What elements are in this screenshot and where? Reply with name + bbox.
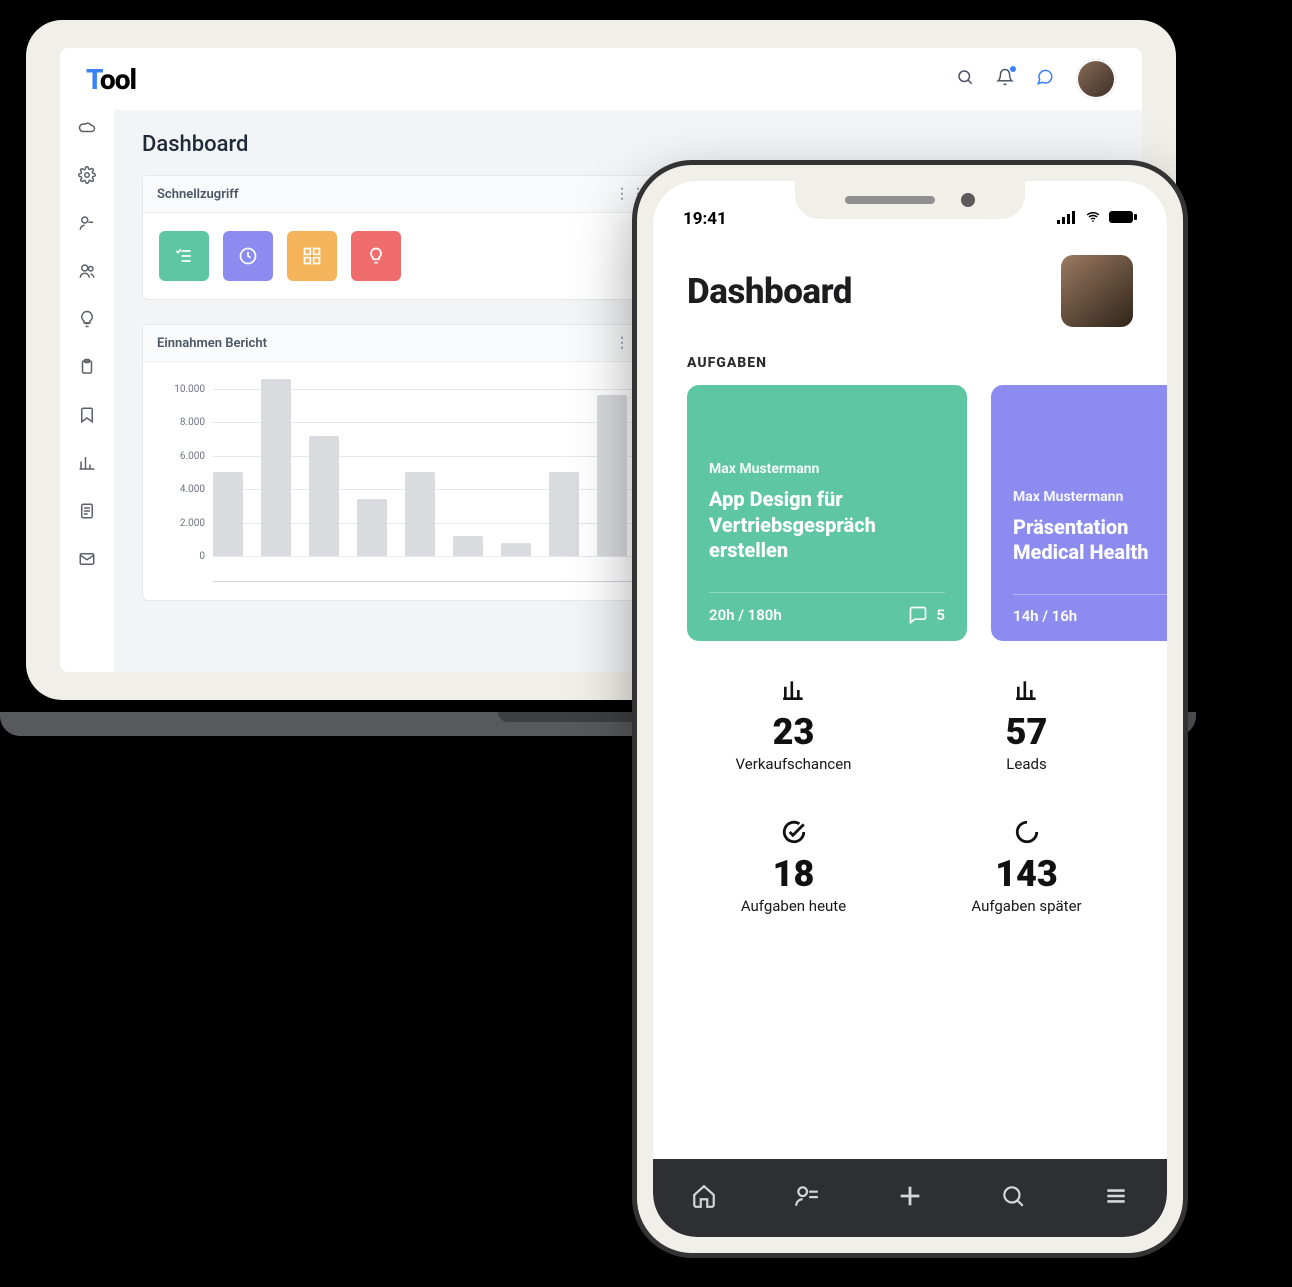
quick-tile-idea[interactable] <box>351 231 401 281</box>
y-tick: 0 <box>213 556 635 557</box>
lightbulb-icon[interactable] <box>78 310 96 332</box>
quick-access-title: Schnellzugriff <box>157 187 239 202</box>
bell-icon[interactable] <box>996 68 1014 90</box>
task-card[interactable]: Max Mustermann App Design für Vertriebsge… <box>687 385 967 641</box>
avatar[interactable] <box>1061 255 1133 327</box>
task-title: App Design für Vertriebsgespräch erstell… <box>709 487 945 564</box>
quick-access-card: Schnellzugriff ⋮⋮ <box>142 175 662 300</box>
tab-menu-icon[interactable] <box>1103 1183 1129 1213</box>
chart-bar <box>501 543 531 556</box>
avatar[interactable] <box>1076 59 1116 99</box>
stat-label: Leads <box>920 755 1133 773</box>
quick-tile-list[interactable] <box>159 231 209 281</box>
tab-home-icon[interactable] <box>691 1183 717 1213</box>
tab-person-icon[interactable] <box>794 1183 820 1213</box>
task-owner: Max Mustermann <box>1013 489 1167 505</box>
phone-page-title: Dashboard <box>687 271 852 312</box>
bookmark-icon[interactable] <box>78 406 96 428</box>
page-title: Dashboard <box>142 132 1114 157</box>
task-title: Präsentation Medical Health <box>1013 515 1167 566</box>
stat-tile[interactable]: 23 Verkaufschancen <box>687 675 900 773</box>
phone-frame: 19:41 Dashboard AUFGABEN Max Mustermann A… <box>632 160 1188 1258</box>
quick-tile-clock[interactable] <box>223 231 273 281</box>
search-icon[interactable] <box>956 68 974 90</box>
tab-search-icon[interactable] <box>1000 1183 1026 1213</box>
bar-chart-icon[interactable] <box>78 454 96 476</box>
stat-label: Aufgaben später <box>920 897 1133 915</box>
tab-bar <box>653 1159 1167 1237</box>
clipboard-icon[interactable] <box>78 358 96 380</box>
user-minus-icon[interactable] <box>78 214 96 236</box>
signal-icon <box>1057 209 1077 229</box>
stat-value: 18 <box>687 853 900 895</box>
tab-plus-icon[interactable] <box>896 1182 924 1214</box>
quick-tile-qr[interactable] <box>287 231 337 281</box>
stat-value: 143 <box>920 853 1133 895</box>
chart-bar <box>261 379 291 556</box>
document-icon[interactable] <box>78 502 96 524</box>
task-progress: 20h / 180h <box>709 606 782 624</box>
stat-label: Verkaufschancen <box>687 755 900 773</box>
sidebar-rail <box>60 110 114 672</box>
chart-bar <box>453 536 483 556</box>
tasks-section-label: AUFGABEN <box>687 355 1133 371</box>
status-time: 19:41 <box>683 209 727 229</box>
chart-bar <box>213 472 243 556</box>
chart-bar <box>597 395 627 556</box>
wifi-icon <box>1083 209 1103 229</box>
users-icon[interactable] <box>78 262 96 284</box>
task-owner: Max Mustermann <box>709 461 945 477</box>
battery-icon <box>1109 209 1137 229</box>
stat-value: 23 <box>687 711 900 753</box>
revenue-chart: 10.0008.0006.0004.0002.0000 <box>159 372 645 582</box>
task-card[interactable]: Max Mustermann Präsentation Medical Healt… <box>991 385 1167 641</box>
stat-tile[interactable]: 57 Leads <box>920 675 1133 773</box>
bars-icon <box>920 675 1133 705</box>
stats-grid: 23 Verkaufschancen 57 Leads 18 Aufgaben heute… <box>687 675 1133 915</box>
brand-logo[interactable]: Tool <box>86 63 136 96</box>
stat-value: 57 <box>920 711 1133 753</box>
chart-bar <box>357 499 387 556</box>
task-progress: 14h / 16h <box>1013 607 1077 625</box>
chart-bar <box>309 436 339 556</box>
phone-screen: 19:41 Dashboard AUFGABEN Max Mustermann A… <box>653 181 1167 1237</box>
revenue-title: Einnahmen Bericht <box>157 336 267 351</box>
revenue-card: Einnahmen Bericht ⋮⋮ 10.0008.0006.0004.0… <box>142 324 662 601</box>
bars-icon <box>687 675 900 705</box>
chart-bar <box>405 472 435 556</box>
spinner-icon <box>920 817 1133 847</box>
stat-label: Aufgaben heute <box>687 897 900 915</box>
check-icon <box>687 817 900 847</box>
mail-icon[interactable] <box>78 550 96 572</box>
chart-bar <box>549 472 579 556</box>
cloud-icon[interactable] <box>78 118 96 140</box>
stat-tile[interactable]: 18 Aufgaben heute <box>687 817 900 915</box>
gear-icon[interactable] <box>78 166 96 188</box>
phone-notch <box>795 181 1025 219</box>
app-header: Tool <box>60 48 1142 110</box>
task-cards-row: Max Mustermann App Design für Vertriebsge… <box>687 385 1133 641</box>
brand-rest: ool <box>100 63 136 96</box>
stat-tile[interactable]: 143 Aufgaben später <box>920 817 1133 915</box>
chat-icon[interactable] <box>1036 68 1054 90</box>
brand-initial: T <box>86 63 100 96</box>
